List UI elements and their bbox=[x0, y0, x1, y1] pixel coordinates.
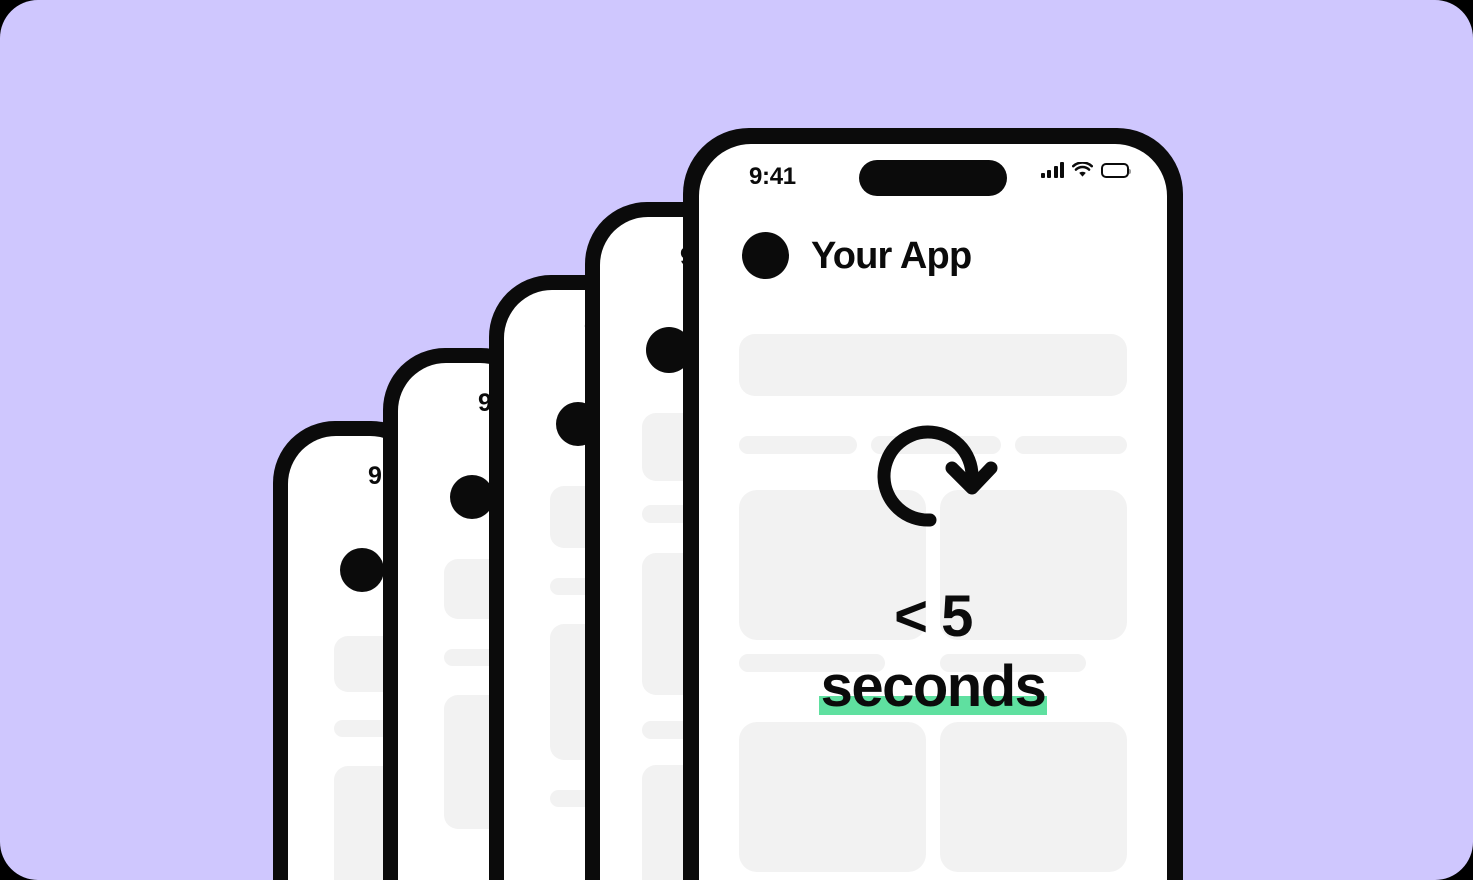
content-banner-placeholder bbox=[739, 334, 1127, 396]
battery-full-icon bbox=[1101, 162, 1131, 178]
status-bar: 9:41 bbox=[699, 144, 1167, 206]
card-grid-row-2 bbox=[739, 722, 1127, 880]
status-bar-time: 9:41 bbox=[749, 163, 796, 190]
background-phone-1-logo-icon bbox=[340, 548, 384, 592]
wifi-icon bbox=[1072, 162, 1093, 178]
cellular-signal-icon bbox=[1040, 162, 1064, 178]
refresh-arrow-icon bbox=[860, 414, 1005, 534]
caption-placeholder-1 bbox=[739, 654, 885, 672]
lavender-canvas: 9: 9: 9: bbox=[0, 0, 1473, 880]
dynamic-island bbox=[859, 160, 1007, 196]
background-phone-2-logo-icon bbox=[450, 475, 494, 519]
chip-placeholder-1 bbox=[739, 436, 858, 454]
screenshot-stage: 9: 9: 9: bbox=[0, 0, 1473, 880]
status-bar-icons bbox=[1040, 162, 1131, 178]
card-placeholder-3[interactable] bbox=[739, 722, 926, 872]
app-logo-circle-icon bbox=[742, 232, 789, 279]
caption-placeholder-2 bbox=[940, 654, 1086, 672]
chip-placeholder-3 bbox=[1014, 436, 1127, 454]
app-title: Your App bbox=[811, 234, 972, 277]
app-header: Your App bbox=[742, 232, 972, 279]
card-placeholder-4[interactable] bbox=[940, 722, 1127, 872]
